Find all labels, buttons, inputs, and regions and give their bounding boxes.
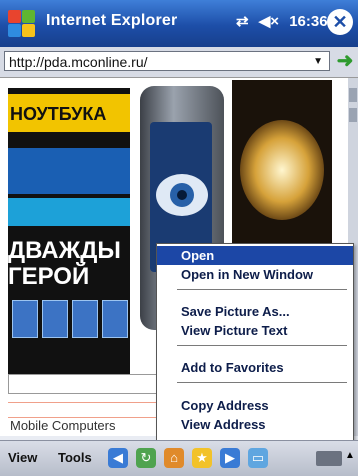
cover-thumbnails	[12, 300, 128, 346]
menu-item-view-picture-text[interactable]: View Picture Text	[157, 321, 353, 340]
cover-band-cyan	[8, 198, 130, 226]
app-title: Internet Explorer	[46, 12, 178, 29]
address-url: http://pda.mconline.ru/	[9, 54, 148, 70]
address-input[interactable]: http://pda.mconline.ru/ ▼	[4, 51, 330, 71]
connectivity-icon[interactable]: ⇄	[236, 13, 249, 30]
magazine-cover-image[interactable]: НОУТБУКА ДВАЖДЫ ГЕРОЙ	[8, 88, 130, 380]
start-menu-icon[interactable]	[6, 8, 36, 38]
close-button[interactable]: ✕	[327, 9, 353, 35]
gold-ornament	[240, 120, 324, 220]
status-icons: ⇄ ◀× 16:36	[236, 12, 334, 30]
forward-icon[interactable]: ▶	[220, 448, 240, 468]
volume-icon[interactable]: ◀×	[259, 13, 279, 30]
menu-item-open-new-window[interactable]: Open in New Window	[157, 265, 353, 284]
page-footer-text[interactable]: Mobile Computers	[10, 418, 116, 433]
menu-bar: View Tools ◀ ↻ ⌂ ★ ▶ ▭ ▲	[0, 440, 358, 476]
menu-item-copy-address[interactable]: Copy Address	[157, 396, 353, 415]
favorites-icon[interactable]: ★	[192, 448, 212, 468]
cover-headline-2: ДВАЖДЫ ГЕРОЙ	[8, 237, 121, 290]
artwork-image[interactable]	[232, 80, 332, 260]
refresh-icon[interactable]: ↻	[136, 448, 156, 468]
menu-item-add-favorites[interactable]: Add to Favorites	[157, 358, 353, 377]
address-dropdown-icon[interactable]: ▼	[313, 52, 323, 72]
home-icon[interactable]: ⌂	[164, 448, 184, 468]
scroll-thumb-2[interactable]	[349, 108, 357, 122]
cover-headline-1: НОУТБУКА	[10, 104, 107, 124]
input-selector-icon[interactable]: ▲	[345, 450, 355, 461]
fullscreen-icon[interactable]: ▭	[248, 448, 268, 468]
clock[interactable]: 16:36	[289, 13, 327, 30]
scroll-thumb[interactable]	[349, 88, 357, 102]
title-bar: Internet Explorer ⇄ ◀× 16:36 ✕	[0, 0, 358, 47]
tools-menu[interactable]: Tools	[58, 450, 92, 465]
context-menu: Open Open in New Window Save Picture As.…	[156, 243, 354, 441]
menu-item-save-picture[interactable]: Save Picture As...	[157, 302, 353, 321]
keyboard-icon[interactable]	[316, 451, 342, 466]
menu-separator	[177, 289, 347, 290]
menu-separator	[177, 345, 347, 346]
menu-item-open[interactable]: Open	[157, 246, 353, 265]
page-divider-lines	[8, 378, 158, 418]
eye-image	[156, 174, 208, 216]
menu-item-view-address[interactable]: View Address	[157, 415, 353, 434]
menu-separator	[177, 382, 347, 383]
view-menu[interactable]: View	[8, 450, 37, 465]
back-icon[interactable]: ◀	[108, 448, 128, 468]
address-bar: http://pda.mconline.ru/ ▼ ➜	[0, 47, 358, 78]
cover-band-blue	[8, 148, 130, 194]
go-button[interactable]: ➜	[334, 50, 356, 72]
